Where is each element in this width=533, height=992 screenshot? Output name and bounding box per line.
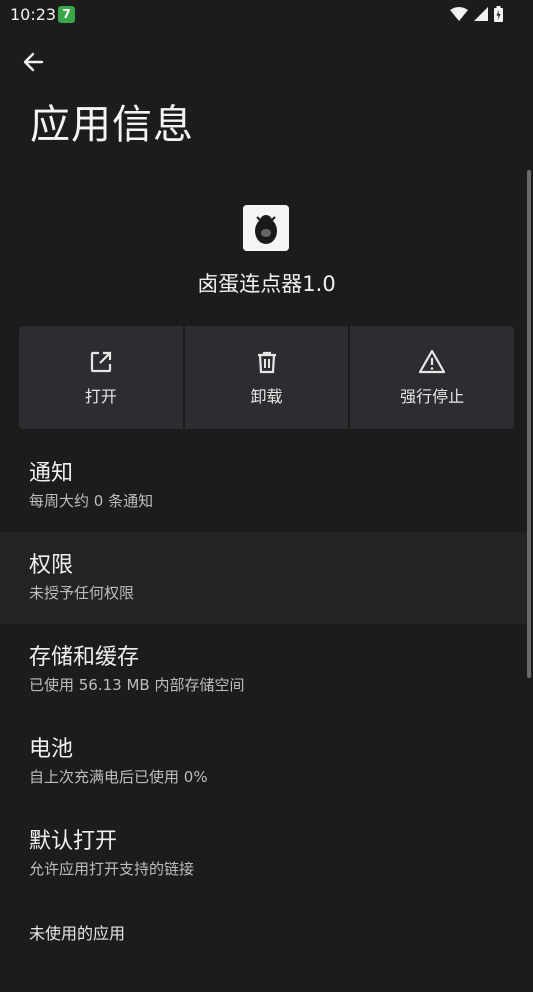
settings-item-unused-apps[interactable]: 未使用的应用: [0, 900, 528, 992]
app-actions: 打开 卸载 强行停止: [19, 326, 514, 429]
open-button[interactable]: 打开: [19, 326, 183, 429]
settings-item-subtitle: 允许应用打开支持的链接: [29, 860, 195, 878]
settings-item-title: 电池: [29, 737, 74, 762]
settings-item-permissions[interactable]: 权限 未授予任何权限: [0, 532, 528, 624]
status-time: 10:23: [10, 5, 57, 24]
cellular-signal-icon: [474, 7, 488, 21]
settings-list: 通知 每周大约 0 条通知 权限 未授予任何权限 存储和缓存 已使用 56.13…: [0, 440, 528, 992]
scrollbar[interactable]: [527, 170, 531, 678]
settings-item-battery[interactable]: 电池 自上次充满电后已使用 0%: [0, 716, 528, 808]
wifi-icon: [450, 7, 468, 21]
settings-item-title: 未使用的应用: [29, 924, 126, 943]
settings-item-title: 存储和缓存: [29, 645, 140, 670]
settings-item-title: 权限: [29, 553, 74, 578]
settings-item-subtitle: 未授予任何权限: [29, 584, 135, 602]
open-button-label: 打开: [84, 386, 117, 406]
trash-icon: [257, 351, 276, 373]
settings-item-open-by-default[interactable]: 默认打开 允许应用打开支持的链接: [0, 808, 528, 900]
settings-item-subtitle: 自上次充满电后已使用 0%: [29, 768, 208, 786]
force-stop-button[interactable]: 强行停止: [350, 326, 514, 429]
force-stop-button-label: 强行停止: [400, 386, 465, 406]
settings-item-title: 默认打开: [29, 829, 118, 854]
arrow-left-icon: [23, 52, 44, 72]
uninstall-button[interactable]: 卸载: [184, 326, 349, 429]
app-name: 卤蛋连点器1.0: [197, 272, 336, 296]
back-button[interactable]: [18, 46, 50, 78]
settings-item-subtitle: 已使用 56.13 MB 内部存储空间: [29, 676, 245, 694]
settings-item-title: 通知: [29, 461, 74, 486]
open-external-icon: [90, 351, 111, 372]
app-icon: [243, 205, 289, 251]
settings-item-subtitle: 每周大约 0 条通知: [29, 492, 154, 510]
page-title: 应用信息: [30, 102, 194, 148]
uninstall-button-label: 卸载: [250, 386, 283, 406]
warning-icon: [419, 349, 446, 373]
status-bar: 10:23 7: [0, 0, 533, 30]
battery-icon: [494, 6, 503, 22]
settings-item-notifications[interactable]: 通知 每周大约 0 条通知: [0, 440, 528, 532]
settings-item-storage[interactable]: 存储和缓存 已使用 56.13 MB 内部存储空间: [0, 624, 528, 716]
system-icons: [450, 6, 503, 22]
notification-badge: 7: [58, 6, 75, 23]
